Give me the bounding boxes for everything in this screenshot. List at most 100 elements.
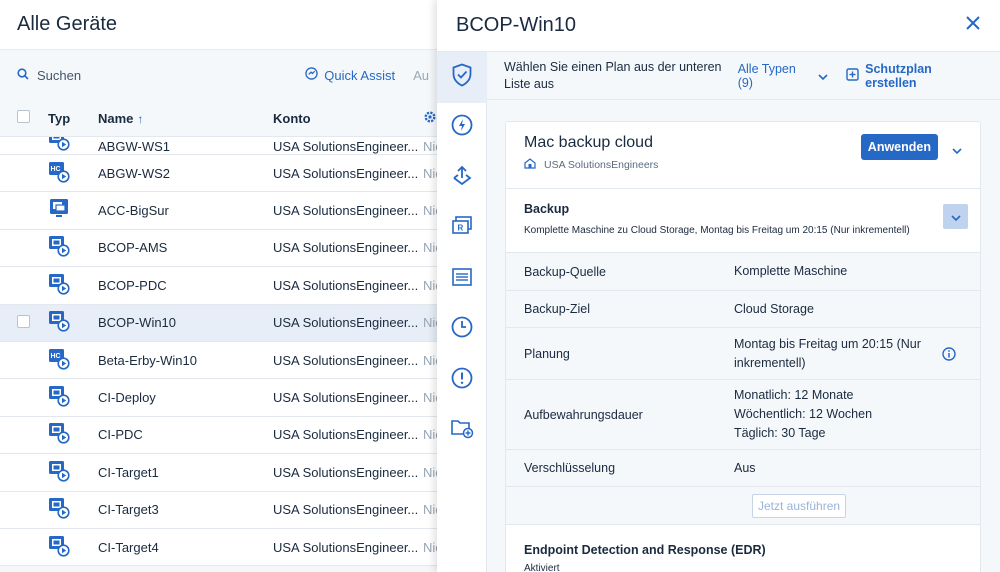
create-plan-button[interactable]: Schutzplan erstellen: [846, 62, 983, 90]
create-plan-label: Schutzplan erstellen: [865, 61, 932, 90]
device-account: USA SolutionsEngineer...: [273, 352, 419, 368]
detail-label: Verschlüsselung: [524, 461, 616, 475]
device-account: USA SolutionsEngineer...: [273, 502, 419, 518]
table-row[interactable]: ABGW-WS1 USA SolutionsEngineer... Nic: [0, 137, 440, 155]
chevron-down-icon: [818, 69, 828, 83]
plan-hint: Wählen Sie einen Plan aus der unteren Li…: [504, 59, 722, 91]
device-list-panel: Alle Geräte Suchen Quick Assist Au Typ N…: [0, 0, 440, 572]
apply-button[interactable]: Anwenden: [860, 134, 938, 160]
inventory-icon: [451, 266, 473, 293]
backup-section-title: Backup: [524, 202, 570, 216]
table-row[interactable]: HC ABGW-WS2 USA SolutionsEngineer... Nic: [0, 155, 440, 193]
svg-text:R: R: [458, 224, 464, 233]
table-row[interactable]: CI-PDC USA SolutionsEngineer... Nic: [0, 416, 440, 455]
edr-title: Endpoint Detection and Response (EDR): [524, 543, 766, 557]
device-name: ACC-BigSur: [98, 203, 169, 219]
nav-add-to-group[interactable]: [437, 406, 487, 457]
nav-protection[interactable]: [437, 52, 487, 103]
page-title: Alle Geräte: [17, 13, 118, 35]
edr-status: Aktiviert: [524, 563, 560, 572]
search-placeholder: Suchen: [37, 67, 82, 83]
device-account: USA SolutionsEngineer...: [273, 390, 419, 406]
organization-icon: [524, 158, 544, 172]
device-account: USA SolutionsEngineer...: [273, 240, 419, 256]
device-account: USA SolutionsEngineer...: [273, 464, 419, 480]
device-account: USA SolutionsEngineer...: [273, 139, 419, 154]
chevron-down-icon[interactable]: [952, 141, 962, 159]
device-account: USA SolutionsEngineer...: [273, 315, 419, 331]
close-icon[interactable]: [965, 15, 981, 36]
column-name-label: Name: [98, 110, 134, 126]
types-filter-dropdown[interactable]: Alle Typen (9): [738, 62, 828, 90]
detail-label: Backup-Ziel: [524, 302, 590, 316]
table-row[interactable]: ACC-BigSur USA SolutionsEngineer... Nic: [0, 192, 440, 230]
device-name: ABGW-WS1: [98, 139, 170, 154]
hc-icon: HC: [48, 161, 70, 183]
vm-icon: [48, 235, 70, 258]
remote-desktop-icon: R: [451, 215, 473, 242]
vm-icon: [48, 310, 70, 332]
backup-collapse-toggle[interactable]: [943, 204, 968, 229]
nav-quick-actions[interactable]: [437, 103, 487, 154]
row-checkbox[interactable]: [17, 314, 30, 328]
table-header: Typ Name ↑ Konto: [0, 100, 440, 137]
nav-deployment[interactable]: [437, 153, 487, 204]
table-row[interactable]: CI-Target4 USA SolutionsEngineer... Nic: [0, 528, 440, 567]
table-row[interactable]: BCOP-AMS USA SolutionsEngineer... Nic: [0, 229, 440, 268]
plus-square-icon: [846, 67, 865, 84]
nav-history[interactable]: [437, 305, 487, 356]
edr-section: Endpoint Detection and Response (EDR) Ak…: [506, 525, 980, 572]
device-name: BCOP-Win10: [98, 315, 177, 331]
quick-assist-button[interactable]: Quick Assist: [305, 67, 395, 83]
detail-value: Cloud Storage: [734, 301, 814, 316]
plan-card-header: Mac backup cloud USA SolutionsEngineers …: [506, 122, 980, 189]
device-list-header: Alle Geräte: [0, 0, 440, 50]
device-account: USA SolutionsEngineer...: [273, 539, 419, 555]
device-account: USA SolutionsEngineer...: [273, 277, 419, 293]
vm-icon: [48, 535, 70, 557]
nav-remote-desktop[interactable]: R: [437, 204, 487, 255]
gear-icon[interactable]: [423, 110, 437, 127]
table-row[interactable]: BCOP-PDC USA SolutionsEngineer... Nic: [0, 267, 440, 305]
nav-alerts[interactable]: [437, 355, 487, 406]
select-all-checkbox[interactable]: [17, 110, 30, 123]
backup-section-summary: Komplette Maschine zu Cloud Storage, Mon…: [524, 225, 910, 236]
backup-details: Backup-Quelle Komplette Maschine Backup-…: [506, 253, 980, 525]
device-account: USA SolutionsEngineer...: [273, 427, 419, 443]
detail-label: Aufbewahrungsdauer: [524, 407, 643, 422]
column-account[interactable]: Konto: [273, 111, 423, 126]
vm-icon: [48, 273, 70, 295]
upload-layers-icon: [451, 165, 473, 192]
detail-row-encryption: Verschlüsselung Aus: [506, 450, 980, 487]
device-name: CI-Deploy: [98, 390, 156, 406]
mac-icon: [48, 198, 70, 220]
column-name[interactable]: Name ↑: [98, 111, 273, 126]
info-icon[interactable]: [942, 346, 956, 364]
search-input[interactable]: Suchen: [17, 68, 81, 83]
table-row[interactable]: HC Beta-Erby-Win10 USA SolutionsEngineer..…: [0, 341, 440, 380]
device-name: CI-Target3: [98, 502, 159, 518]
table-row[interactable]: BCOP-Win10 USA SolutionsEngineer... Nic: [0, 304, 440, 342]
device-toolbar: Suchen Quick Assist Au: [0, 50, 440, 100]
column-type[interactable]: Typ: [48, 111, 98, 126]
run-now-button[interactable]: Jetzt ausführen: [752, 493, 847, 518]
clock-icon: [451, 316, 473, 343]
device-account: USA SolutionsEngineer...: [273, 203, 419, 219]
table-row[interactable]: CI-Target1 USA SolutionsEngineer... Nic: [0, 454, 440, 492]
detail-row-destination: Backup-Ziel Cloud Storage: [506, 291, 980, 328]
plan-organization-label: USA SolutionsEngineers: [544, 159, 659, 171]
plan-organization: USA SolutionsEngineers: [524, 158, 962, 172]
detail-header: BCOP-Win10: [437, 0, 1000, 52]
retention-monthly: Monatlich: 12 Monate: [734, 388, 854, 402]
detail-title: BCOP-Win10: [456, 14, 577, 36]
table-row[interactable]: CI-Target3 USA SolutionsEngineer... Nic: [0, 491, 440, 529]
detail-label: Planung: [524, 346, 570, 361]
vm-icon: [48, 460, 70, 482]
device-name: ABGW-WS2: [98, 165, 170, 181]
device-name: BCOP-AMS: [98, 240, 168, 256]
detail-value: Aus: [734, 460, 756, 475]
truncated-action[interactable]: Au: [413, 68, 429, 83]
hc-icon: HC: [48, 348, 70, 370]
nav-inventory[interactable]: [437, 254, 487, 305]
table-row[interactable]: CI-Deploy USA SolutionsEngineer... Nic: [0, 379, 440, 417]
